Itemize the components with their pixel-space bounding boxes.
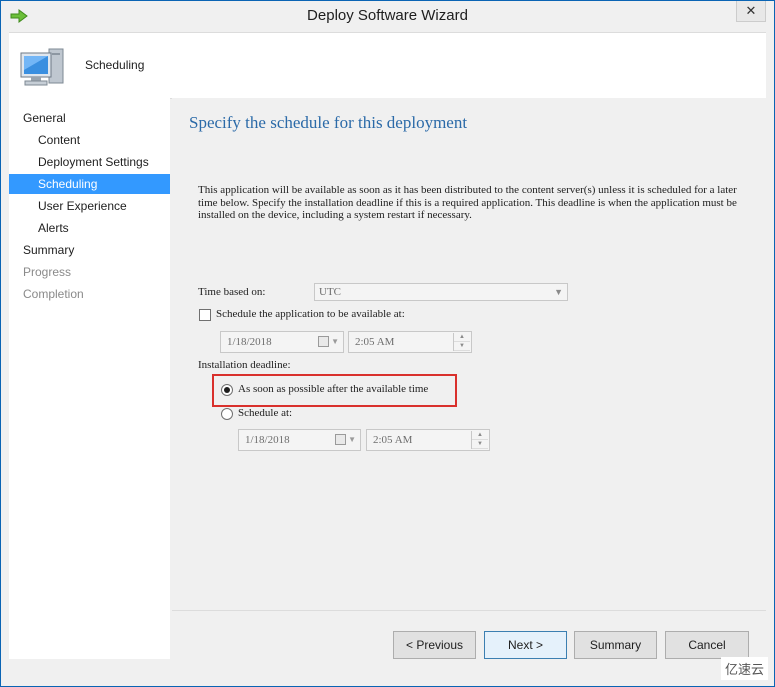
available-date-picker[interactable]: 1/18/2018 ▼ bbox=[220, 331, 344, 353]
cancel-button[interactable]: Cancel bbox=[665, 631, 749, 659]
highlight-annotation bbox=[212, 374, 457, 407]
nav-item-user-experience[interactable]: User Experience bbox=[9, 196, 170, 216]
installation-deadline-label: Installation deadline: bbox=[198, 359, 291, 371]
computer-icon bbox=[20, 48, 64, 86]
chevron-down-icon: ▼ bbox=[554, 287, 563, 297]
close-button[interactable]: ✕ bbox=[736, 1, 766, 22]
next-button[interactable]: Next > bbox=[484, 631, 567, 659]
wizard-window: Deploy Software Wizard ✕ Scheduling Gene… bbox=[0, 0, 775, 687]
chevron-down-icon: ▼ bbox=[331, 337, 339, 346]
time-based-on-select[interactable]: UTC ▼ bbox=[314, 283, 568, 301]
title-bar: Deploy Software Wizard ✕ bbox=[1, 1, 774, 32]
summary-button[interactable]: Summary bbox=[574, 631, 657, 659]
available-time-picker[interactable]: 2:05 AM ▲ ▼ bbox=[348, 331, 472, 353]
calendar-icon bbox=[335, 434, 346, 445]
deadline-time-picker[interactable]: 2:05 AM ▲ ▼ bbox=[366, 429, 490, 451]
spin-down-icon[interactable]: ▼ bbox=[472, 440, 488, 449]
schedule-at-radio[interactable] bbox=[221, 408, 233, 420]
time-based-on-label: Time based on: bbox=[198, 286, 266, 298]
time-based-on-value: UTC bbox=[319, 286, 341, 298]
spin-up-icon[interactable]: ▲ bbox=[472, 431, 488, 440]
wizard-content: Specify the schedule for this deployment… bbox=[172, 98, 766, 610]
available-date-value: 1/18/2018 bbox=[227, 336, 272, 348]
footer-divider bbox=[172, 610, 766, 611]
deadline-date-picker[interactable]: 1/18/2018 ▼ bbox=[238, 429, 361, 451]
chevron-down-icon: ▼ bbox=[348, 435, 356, 444]
nav-item-general[interactable]: General bbox=[9, 108, 170, 128]
page-title: Specify the schedule for this deployment bbox=[189, 113, 468, 132]
time-spinner[interactable]: ▲ ▼ bbox=[453, 333, 470, 351]
available-time-value: 2:05 AM bbox=[355, 336, 395, 348]
header-title: Scheduling bbox=[85, 58, 145, 72]
deadline-date-value: 1/18/2018 bbox=[245, 434, 290, 446]
schedule-available-label: Schedule the application to be available… bbox=[216, 308, 405, 320]
spin-up-icon[interactable]: ▲ bbox=[454, 333, 470, 342]
wizard-header: Scheduling bbox=[9, 32, 766, 99]
deadline-time-value: 2:05 AM bbox=[373, 434, 413, 446]
watermark: 亿速云 bbox=[720, 657, 768, 680]
nav-item-scheduling[interactable]: Scheduling bbox=[9, 174, 170, 194]
nav-item-deployment-settings[interactable]: Deployment Settings bbox=[9, 152, 170, 172]
calendar-icon bbox=[318, 336, 329, 347]
schedule-available-checkbox[interactable] bbox=[199, 309, 211, 321]
wizard-nav: General Content Deployment Settings Sche… bbox=[9, 98, 170, 659]
nav-item-progress: Progress bbox=[23, 265, 72, 279]
window-title: Deploy Software Wizard bbox=[307, 7, 468, 24]
spin-down-icon[interactable]: ▼ bbox=[454, 342, 470, 351]
nav-item-content[interactable]: Content bbox=[9, 130, 170, 150]
description-text: This application will be available as so… bbox=[198, 184, 737, 221]
previous-button[interactable]: < Previous bbox=[393, 631, 476, 659]
time-spinner[interactable]: ▲ ▼ bbox=[471, 431, 488, 449]
schedule-at-label: Schedule at: bbox=[238, 407, 293, 419]
nav-item-completion: Completion bbox=[23, 287, 84, 301]
nav-item-alerts[interactable]: Alerts bbox=[9, 218, 170, 238]
nav-item-summary[interactable]: Summary bbox=[9, 240, 170, 260]
